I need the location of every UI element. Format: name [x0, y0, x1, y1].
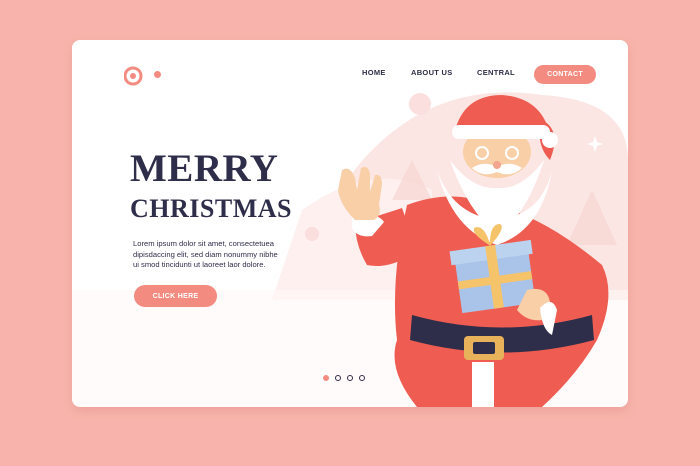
pagination-dot-3[interactable] — [347, 375, 353, 381]
hero-body-line: ui smod tincidunti ut laoreet laor dolor… — [133, 260, 266, 269]
decor-bubble-small — [305, 227, 319, 241]
pagination — [323, 375, 365, 381]
contact-button[interactable]: CONTACT — [534, 65, 596, 84]
title-line-1: MERRY — [130, 147, 279, 190]
decor-bubble — [409, 93, 431, 115]
nav-about[interactable]: ABOUT US — [411, 68, 453, 77]
pagination-dot-2[interactable] — [335, 375, 341, 381]
nav-home[interactable]: HOME — [362, 68, 386, 77]
pagination-dot-4[interactable] — [359, 375, 365, 381]
pagination-dot-1[interactable] — [323, 375, 329, 381]
logo-dot — [154, 71, 161, 78]
title-line-2: CHRISTMAS — [130, 194, 292, 223]
hero-body: Lorem ipsum dolor sit amet, consectetuea… — [133, 239, 293, 271]
nav-central[interactable]: CENTRAL — [477, 68, 515, 77]
click-here-button[interactable]: CLICK HERE — [134, 285, 217, 307]
hero-body-line: dipisdaccing elit, sed diam nonummy nibh… — [133, 249, 278, 259]
landing-card: HOME ABOUT US CENTRAL CONTACT MERRY CHRI… — [72, 40, 628, 407]
hero-body-line: Lorem ipsum dolor sit amet, consectetuea — [133, 239, 274, 248]
logo-icon[interactable] — [124, 65, 146, 87]
